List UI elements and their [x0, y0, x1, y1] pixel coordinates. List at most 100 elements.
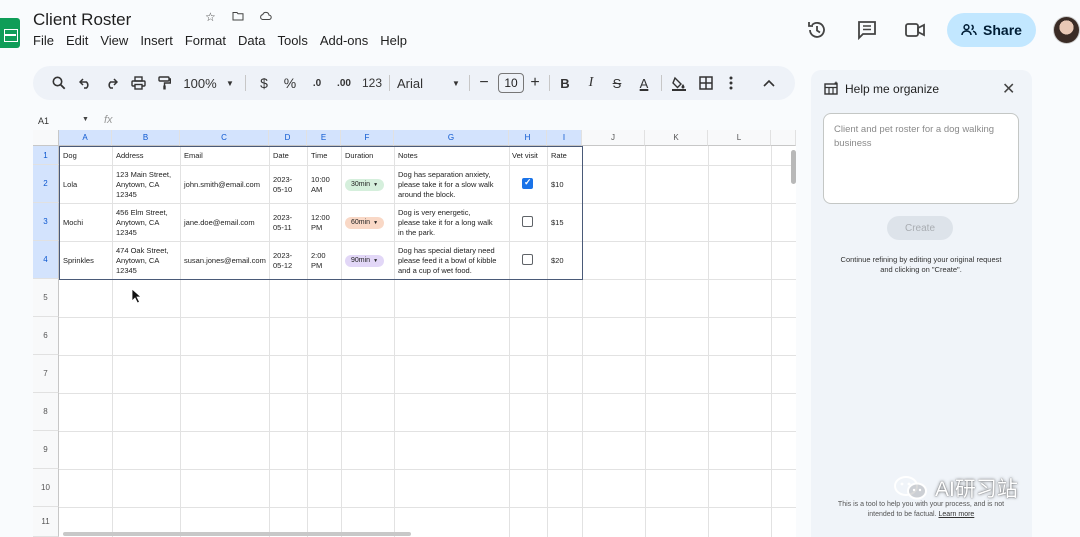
column-header-c[interactable]: C [180, 130, 269, 146]
column-header-b[interactable]: B [112, 130, 180, 146]
header-cell-email[interactable]: Email [181, 147, 269, 165]
cell-address[interactable]: 474 Oak Street, Anytown, CA 12345 [113, 242, 180, 279]
name-box-caret-icon[interactable]: ▼ [82, 116, 89, 123]
header-cell-duration[interactable]: Duration [342, 147, 394, 165]
percent-format-button[interactable]: % [281, 66, 299, 100]
prompt-input[interactable]: Client and pet roster for a dog walking … [823, 113, 1019, 204]
cell-rate[interactable]: $10 [548, 166, 582, 203]
cell-rate[interactable]: $20 [548, 242, 582, 279]
cell-dog[interactable]: Mochi [60, 204, 112, 241]
number-format-button[interactable]: 123 [360, 66, 384, 100]
cell-dog[interactable]: Sprinkles [60, 242, 112, 279]
cell-address[interactable]: 456 Elm Street, Anytown, CA 12345 [113, 204, 180, 241]
cell-duration[interactable]: 90min ▼ [342, 242, 394, 279]
avatar[interactable] [1053, 16, 1080, 44]
decrease-decimal-button[interactable]: .0 [307, 66, 327, 100]
cell-date[interactable]: 2023- 05-10 [270, 166, 307, 203]
header-cell-time[interactable]: Time [308, 147, 341, 165]
cell-email[interactable]: susan.jones@email.com [181, 242, 269, 279]
zoom-dropdown-caret-icon[interactable]: ▼ [223, 66, 237, 100]
cell-notes[interactable]: Dog has separation anxiety, please take … [395, 166, 509, 203]
font-size-input[interactable]: 10 [498, 73, 524, 93]
font-family-select[interactable]: Arial [397, 66, 437, 100]
select-all-corner[interactable] [33, 130, 59, 146]
header-cell-rate[interactable]: Rate [548, 147, 582, 165]
header-cell-address[interactable]: Address [113, 147, 180, 165]
meet-video-icon[interactable] [904, 19, 926, 41]
horizontal-scrollbar[interactable] [63, 532, 411, 536]
cell-rate[interactable]: $15 [548, 204, 582, 241]
column-header-l[interactable]: L [708, 130, 771, 146]
version-history-icon[interactable] [806, 19, 828, 41]
menu-data[interactable]: Data [238, 33, 265, 48]
cloud-status-icon[interactable] [259, 10, 272, 24]
row-header-2[interactable]: 2 [33, 165, 59, 203]
row-header-3[interactable]: 3 [33, 203, 59, 241]
italic-button[interactable]: I [583, 66, 599, 100]
column-header-i[interactable]: I [547, 130, 582, 146]
header-cell-date[interactable]: Date [270, 147, 307, 165]
cell-notes[interactable]: Dog is very energetic, please take it fo… [395, 204, 509, 241]
decrease-font-size-button[interactable]: − [476, 66, 492, 100]
row-header-8[interactable]: 8 [33, 393, 59, 431]
comments-icon[interactable] [856, 19, 878, 41]
column-header-f[interactable]: F [341, 130, 394, 146]
column-header-e[interactable]: E [307, 130, 341, 146]
cell-notes[interactable]: Dog has special dietary need please feed… [395, 242, 509, 279]
row-header-5[interactable]: 5 [33, 279, 59, 317]
cell-email[interactable]: john.smith@email.com [181, 166, 269, 203]
duration-chip[interactable]: 90min ▼ [345, 254, 385, 267]
sheets-logo-icon[interactable] [0, 18, 20, 48]
row-header-11[interactable]: 11 [33, 507, 59, 537]
row-header-6[interactable]: 6 [33, 317, 59, 355]
row-header-9[interactable]: 9 [33, 431, 59, 469]
strikethrough-button[interactable]: S [609, 66, 625, 100]
paint-format-icon[interactable] [154, 66, 174, 100]
collapse-toolbar-icon[interactable] [759, 66, 779, 100]
duration-chip[interactable]: 30min ▼ [345, 178, 385, 191]
cell-duration[interactable]: 60min ▼ [342, 204, 394, 241]
document-title[interactable]: Client Roster [33, 10, 131, 30]
close-icon[interactable]: ✕ [1002, 79, 1015, 99]
cell-date[interactable]: 2023- 05-11 [270, 204, 307, 241]
increase-decimal-button[interactable]: .00 [333, 66, 355, 100]
text-color-button[interactable]: A [636, 66, 652, 100]
folder-icon[interactable] [232, 10, 244, 24]
column-header-j[interactable]: J [582, 130, 645, 146]
star-icon[interactable]: ☆ [205, 10, 216, 24]
borders-icon[interactable] [696, 66, 716, 100]
bold-button[interactable]: B [557, 66, 573, 100]
row-header-10[interactable]: 10 [33, 469, 59, 507]
header-cell-vet-visit[interactable]: Vet visit [510, 147, 547, 165]
create-button[interactable]: Create [887, 216, 953, 240]
cell-date[interactable]: 2023- 05-12 [270, 242, 307, 279]
column-header-k[interactable]: K [645, 130, 708, 146]
font-dropdown-caret-icon[interactable]: ▼ [450, 66, 462, 100]
spreadsheet-grid[interactable]: A B C D E F G H I J K L 1 2 3 4 5 6 7 8 … [33, 130, 796, 537]
learn-more-link[interactable]: Learn more [939, 511, 975, 518]
menu-insert[interactable]: Insert [140, 33, 173, 48]
menu-file[interactable]: File [33, 33, 54, 48]
column-header-a[interactable]: A [59, 130, 112, 146]
name-box[interactable]: A1 [38, 116, 49, 126]
menu-addons[interactable]: Add-ons [320, 33, 368, 48]
row-header-1[interactable]: 1 [33, 146, 59, 165]
vet-visit-checkbox[interactable] [522, 177, 533, 189]
vertical-scrollbar[interactable] [791, 150, 796, 184]
menu-help[interactable]: Help [380, 33, 407, 48]
header-cell-dog[interactable]: Dog [60, 147, 112, 165]
currency-format-button[interactable]: $ [255, 66, 273, 100]
share-button[interactable]: Share [947, 13, 1036, 47]
menu-edit[interactable]: Edit [66, 33, 88, 48]
vet-visit-checkbox[interactable] [522, 254, 533, 265]
cell-email[interactable]: jane.doe@email.com [181, 204, 269, 241]
row-header-7[interactable]: 7 [33, 355, 59, 393]
cell-time[interactable]: 2:00 PM [308, 242, 341, 279]
cell-address[interactable]: 123 Main Street, Anytown, CA 12345 [113, 166, 180, 203]
fill-color-icon[interactable] [669, 66, 689, 100]
column-header-d[interactable]: D [269, 130, 307, 146]
vet-visit-checkbox[interactable] [522, 216, 533, 227]
row-header-4[interactable]: 4 [33, 241, 59, 279]
redo-icon[interactable] [101, 66, 121, 100]
search-menus-icon[interactable] [49, 66, 69, 100]
